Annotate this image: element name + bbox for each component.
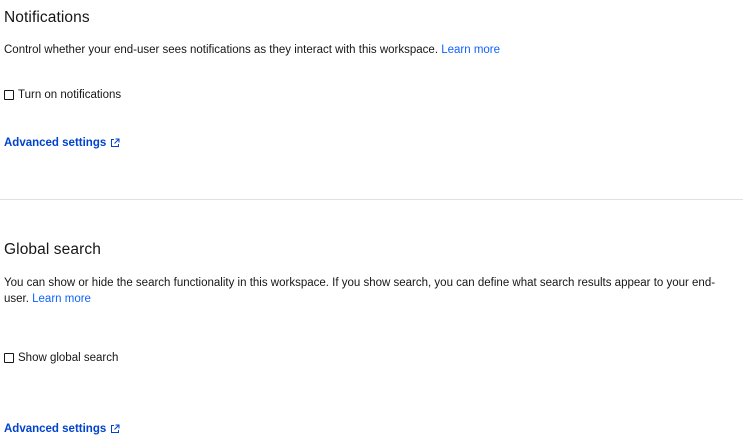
global-search-description: You can show or hide the search function…	[4, 275, 737, 307]
show-global-search-label: Show global search	[18, 352, 119, 364]
global-search-checkbox-row[interactable]: Show global search	[4, 352, 118, 364]
notifications-advanced-settings-link[interactable]: Advanced settings	[4, 137, 120, 149]
notifications-title: Notifications	[4, 9, 90, 26]
external-link-icon	[111, 138, 120, 147]
turn-on-notifications-checkbox[interactable]	[4, 90, 14, 100]
global-search-advanced-settings-link[interactable]: Advanced settings	[4, 423, 120, 435]
notifications-learn-more-link[interactable]: Learn more	[441, 44, 500, 56]
show-global-search-checkbox[interactable]	[4, 353, 14, 363]
global-search-learn-more-link[interactable]: Learn more	[32, 293, 91, 305]
global-search-title: Global search	[4, 241, 101, 258]
notifications-description-text: Control whether your end-user sees notif…	[4, 44, 439, 56]
notifications-description: Control whether your end-user sees notif…	[4, 42, 737, 58]
section-divider	[0, 199, 743, 200]
global-search-section: Global search You can show or hide the s…	[4, 240, 743, 440]
notifications-advanced-settings-label: Advanced settings	[4, 137, 107, 149]
global-search-advanced-settings-label: Advanced settings	[4, 423, 107, 435]
global-search-description-text: You can show or hide the search function…	[4, 277, 716, 305]
external-link-icon	[111, 424, 120, 433]
notifications-checkbox-row[interactable]: Turn on notifications	[4, 89, 121, 101]
turn-on-notifications-label: Turn on notifications	[18, 89, 122, 101]
notifications-section: Notifications Control whether your end-u…	[4, 8, 743, 198]
